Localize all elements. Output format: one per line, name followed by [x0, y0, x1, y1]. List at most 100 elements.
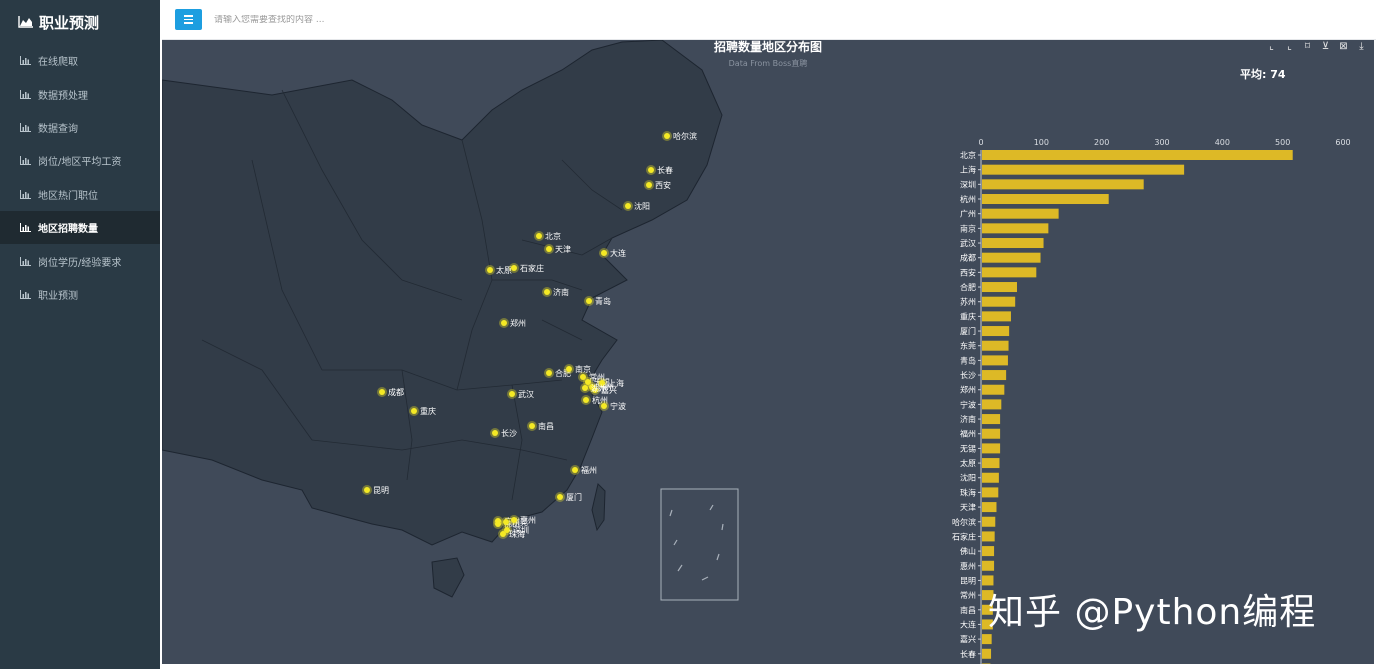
bar[interactable] [982, 223, 1049, 234]
bar[interactable] [982, 370, 1007, 381]
lasso-icon[interactable]: ⊻ [1319, 41, 1332, 53]
bar[interactable] [982, 634, 992, 645]
bar[interactable] [982, 267, 1037, 278]
city-marker[interactable]: 福州 [570, 465, 597, 475]
chart-panel: 哈尔滨长春西安沈阳北京天津大连太原石家庄济南青岛郑州合肥南京常州无锡苏州上海嘉兴… [162, 40, 1374, 664]
city-marker[interactable]: 郑州 [499, 318, 526, 328]
city-label: 大连 [610, 248, 626, 258]
city-marker[interactable]: 石家庄 [509, 263, 544, 273]
y-tick-label: 东莞 [960, 341, 976, 351]
map-landmass [162, 40, 723, 598]
city-marker[interactable]: 南京 [564, 364, 591, 374]
city-marker[interactable]: 西安 [644, 180, 671, 190]
city-marker[interactable]: 珠海 [498, 529, 525, 539]
bar[interactable] [982, 340, 1009, 351]
y-tick-label: 西安 [960, 267, 976, 277]
sidebar-item[interactable]: 岗位学历/经验要求 [0, 244, 160, 277]
bar[interactable] [982, 648, 992, 659]
y-tick-label: 珠海 [960, 487, 976, 497]
bar[interactable] [982, 208, 1059, 219]
y-tick-label: 长沙 [960, 370, 976, 380]
sidebar-item[interactable]: 岗位/地区平均工资 [0, 144, 160, 177]
city-marker[interactable]: 北京 [534, 231, 561, 241]
bar[interactable] [982, 414, 1001, 425]
city-label: 福州 [581, 466, 597, 475]
menu-toggle-button[interactable] [175, 9, 202, 30]
bar[interactable] [982, 384, 1005, 395]
city-marker[interactable]: 湖州 [580, 383, 607, 393]
bar[interactable] [982, 238, 1044, 249]
search-input[interactable] [214, 14, 514, 25]
bar[interactable] [982, 194, 1109, 205]
city-marker[interactable]: 厦门 [555, 492, 582, 502]
bar[interactable] [982, 487, 999, 498]
bar[interactable] [982, 326, 1010, 337]
city-marker[interactable]: 太原 [485, 265, 512, 275]
sidebar-item[interactable]: 在线爬取 [0, 44, 160, 77]
city-label: 沈阳 [634, 201, 650, 211]
city-marker[interactable]: 济南 [542, 287, 569, 297]
zoom-reset-icon[interactable]: ⌞ [1283, 41, 1296, 53]
save-image-icon[interactable]: ⤓ [1355, 41, 1368, 53]
bar[interactable] [982, 179, 1144, 190]
rect-select-icon[interactable]: ⌑ [1301, 41, 1314, 53]
city-label: 厦门 [566, 492, 582, 502]
sidebar-item-label: 数据预处理 [38, 90, 88, 102]
zoom-icon[interactable]: ⌞ [1265, 41, 1278, 53]
bar[interactable] [982, 516, 996, 527]
sidebar-item[interactable]: 地区热门职位 [0, 178, 160, 211]
bar-chart-icon [20, 89, 31, 99]
app-title: 职业预测 [39, 13, 100, 32]
city-marker[interactable]: 哈尔滨 [662, 131, 697, 141]
sidebar-item[interactable]: 地区招聘数量 [0, 210, 160, 245]
chart-title: 招聘数量地区分布图 [713, 40, 822, 54]
bar[interactable] [982, 428, 1001, 439]
city-marker[interactable]: 武汉 [507, 389, 534, 399]
bar[interactable] [982, 458, 1000, 469]
city-marker[interactable]: 大连 [599, 248, 626, 258]
bar[interactable] [982, 282, 1017, 293]
bar[interactable] [982, 472, 999, 483]
city-marker[interactable]: 惠州 [509, 515, 536, 525]
city-marker[interactable]: 青岛 [584, 296, 611, 306]
sidebar-item[interactable]: 数据预处理 [0, 77, 160, 110]
bar[interactable] [982, 311, 1011, 322]
city-marker[interactable]: 天津 [544, 244, 571, 254]
city-marker[interactable]: 重庆 [409, 406, 436, 416]
city-marker[interactable]: 成都 [377, 387, 404, 397]
city-label: 昆明 [373, 486, 389, 495]
bar[interactable] [982, 355, 1008, 366]
sidebar-item[interactable]: 职业预测 [0, 278, 160, 311]
bar[interactable] [982, 150, 1293, 160]
bar[interactable] [982, 164, 1185, 175]
bar[interactable] [982, 502, 997, 513]
y-tick-label: 哈尔滨 [952, 517, 976, 527]
clear-select-icon[interactable]: ⊠ [1337, 41, 1350, 53]
bar[interactable] [982, 531, 995, 542]
city-marker[interactable]: 昆明 [362, 485, 389, 495]
y-tick-label: 青岛 [960, 355, 976, 365]
city-marker[interactable]: 南昌 [527, 421, 554, 431]
city-marker[interactable]: 长春 [646, 165, 673, 175]
china-map: 哈尔滨长春西安沈阳北京天津大连太原石家庄济南青岛郑州合肥南京常州无锡苏州上海嘉兴… [162, 40, 739, 601]
x-tick-label: 200 [1094, 138, 1109, 147]
app-brand[interactable]: 职业预测 [0, 0, 160, 44]
city-marker[interactable]: 沈阳 [623, 201, 650, 211]
bar[interactable] [982, 399, 1002, 410]
top-bar [162, 0, 1376, 40]
city-marker[interactable]: 长沙 [490, 428, 517, 438]
y-tick-label: 郑州 [960, 385, 976, 395]
city-marker[interactable]: 宁波 [599, 401, 626, 411]
y-tick-label: 常州 [960, 591, 976, 600]
sidebar-item-label: 地区招聘数量 [38, 224, 98, 236]
city-label: 北京 [545, 231, 561, 241]
y-tick-label: 福州 [960, 430, 976, 439]
bar[interactable] [982, 296, 1016, 307]
sidebar-item[interactable]: 数据查询 [0, 111, 160, 144]
bar[interactable] [982, 252, 1041, 263]
y-tick-label: 南昌 [960, 605, 976, 615]
bar[interactable] [982, 546, 995, 557]
bar-chart-icon [20, 156, 31, 166]
bar[interactable] [982, 443, 1001, 454]
bar[interactable] [982, 560, 995, 571]
